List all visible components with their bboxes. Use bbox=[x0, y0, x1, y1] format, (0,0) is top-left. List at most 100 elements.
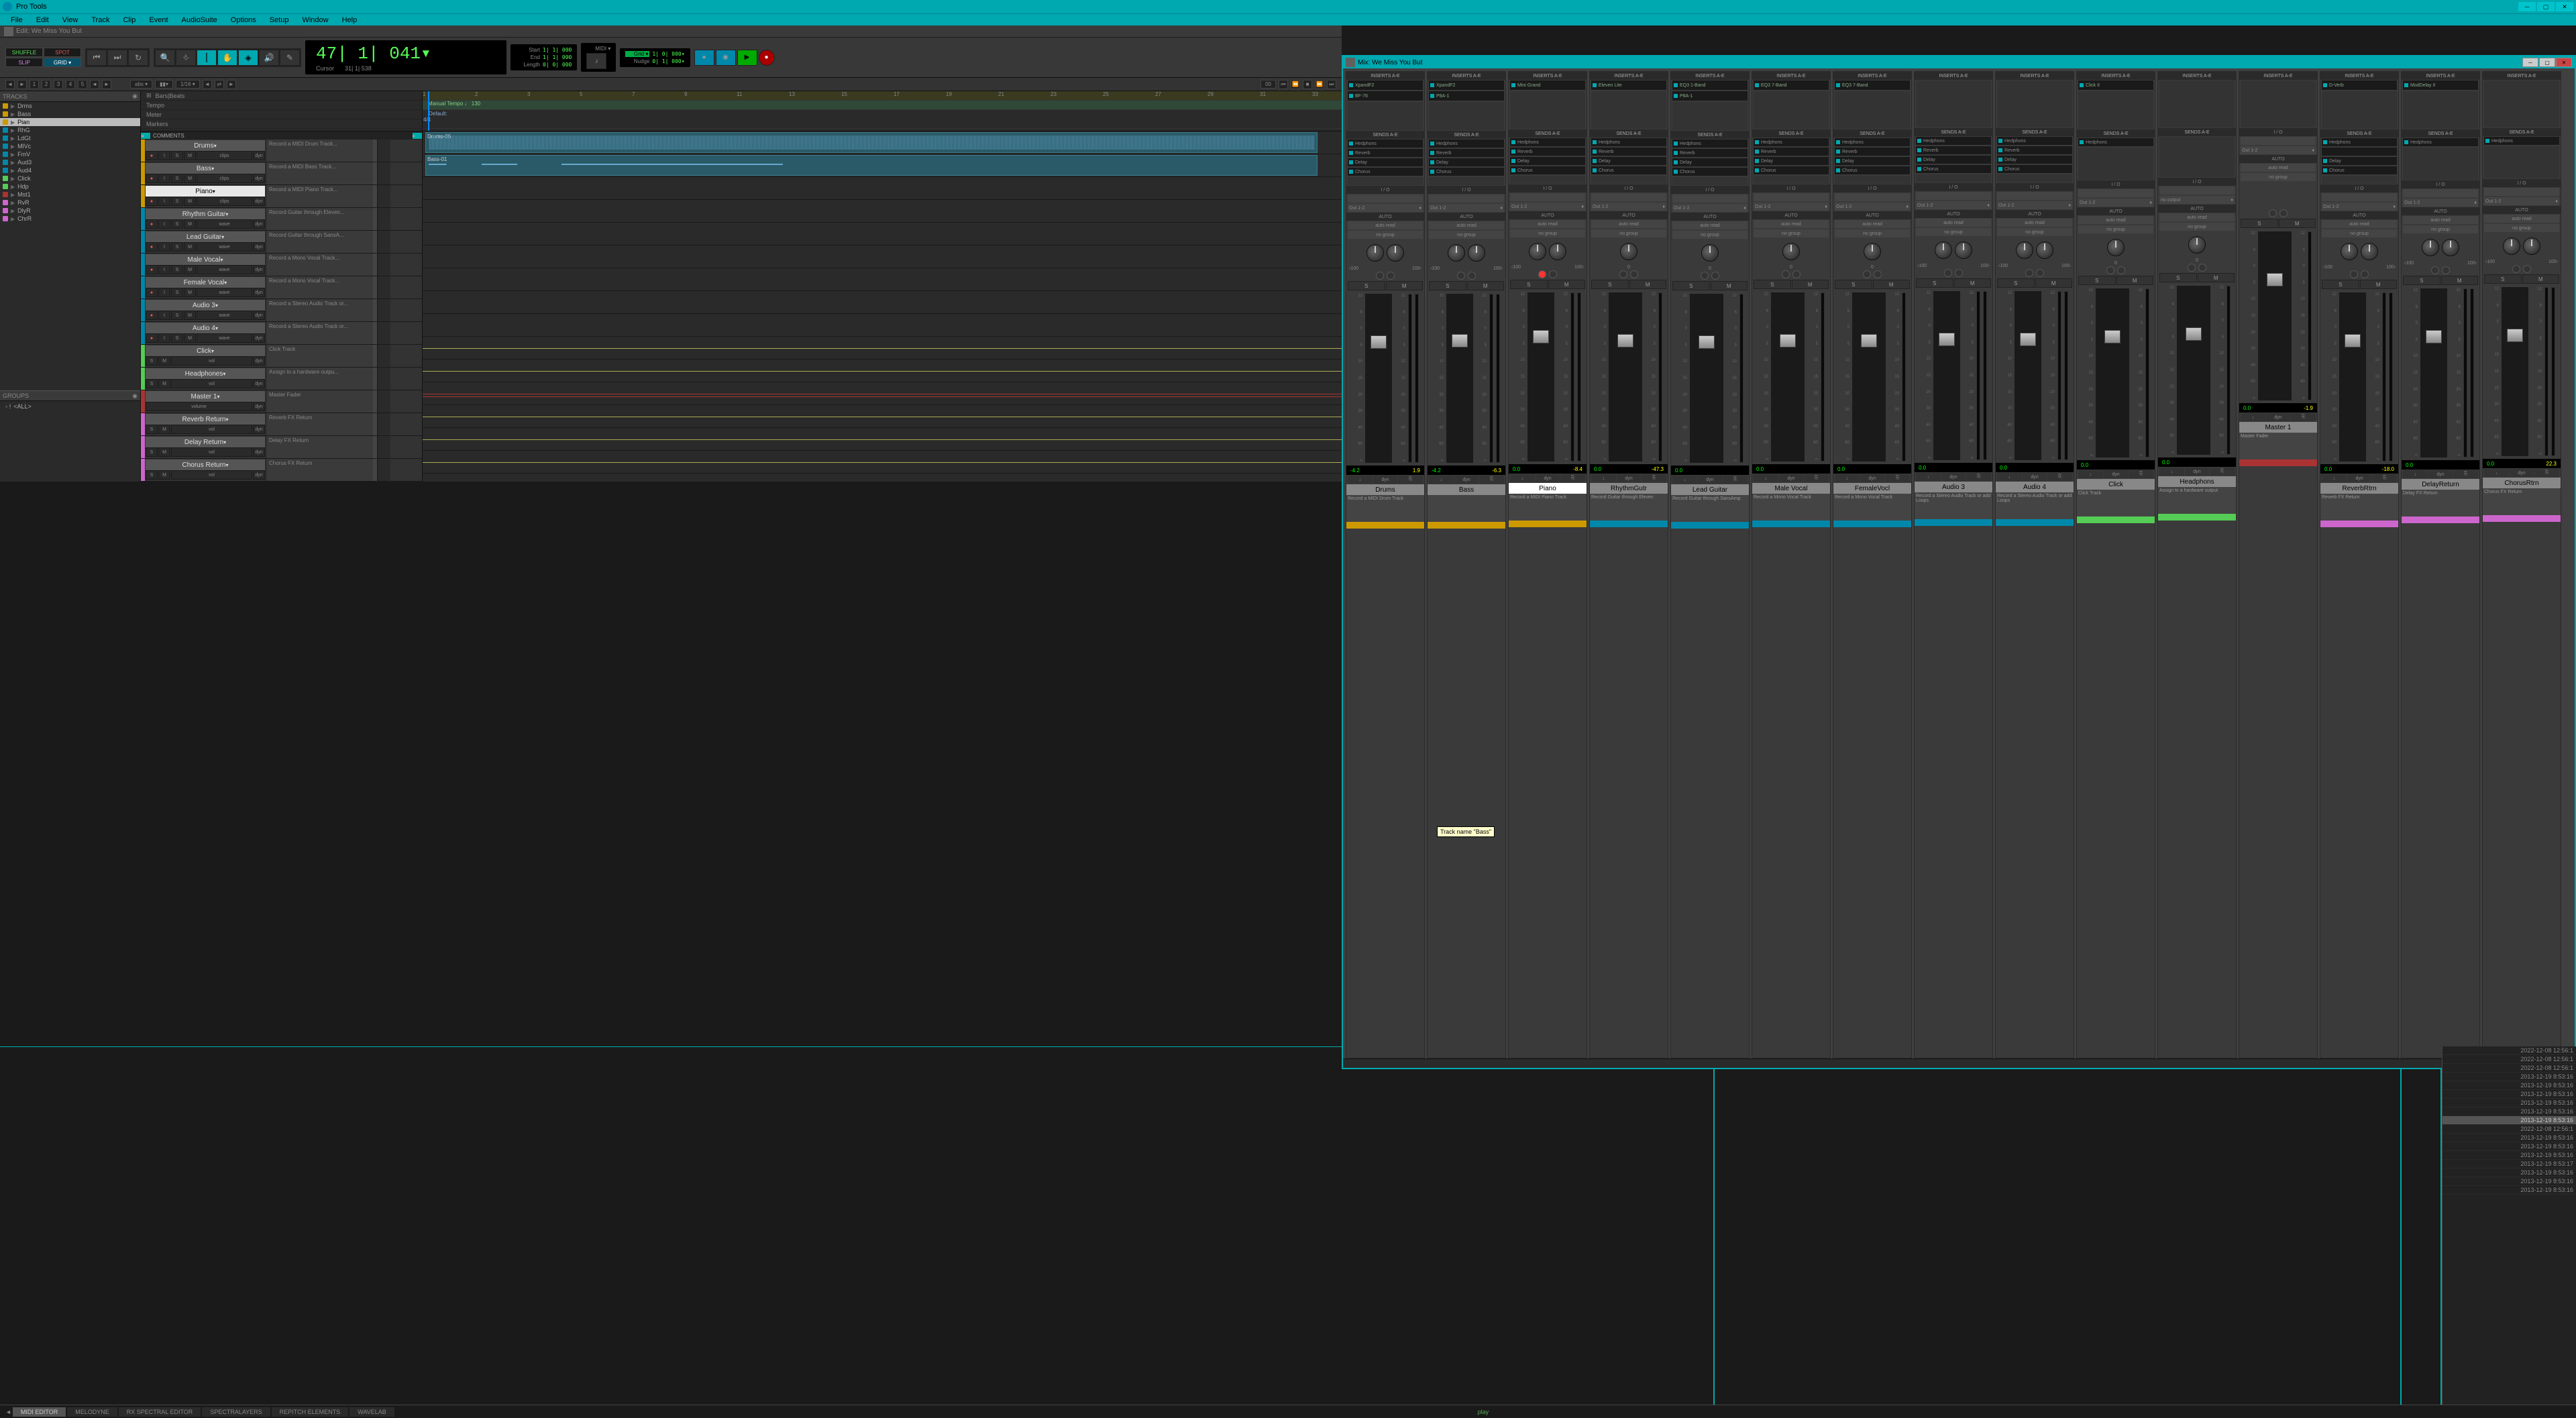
dyn-label[interactable]: dyn bbox=[1536, 474, 1560, 482]
input-selector[interactable] bbox=[2484, 188, 2559, 196]
zoom-preset-1[interactable]: 1 bbox=[30, 80, 39, 89]
dyn-send-icon[interactable]: ⎘ bbox=[2291, 413, 2316, 421]
send-slot[interactable]: Chorus bbox=[1510, 166, 1585, 174]
zoom-preset-4[interactable]: 4 bbox=[66, 80, 75, 89]
channel-comment[interactable]: Record Guitar through Eleven bbox=[1590, 494, 1668, 521]
insert-empty[interactable] bbox=[1429, 102, 1504, 130]
group-selector[interactable]: no group bbox=[1348, 231, 1423, 239]
channel-record-button[interactable] bbox=[1538, 270, 1546, 278]
slip-mode-button[interactable]: SLIP bbox=[5, 58, 43, 67]
track-solo-button[interactable]: S bbox=[171, 242, 183, 252]
insert-slot[interactable]: Click II bbox=[2078, 80, 2153, 90]
timestamp-item[interactable]: 2013-12-19 8:53:16 bbox=[2443, 1073, 2576, 1081]
link-left[interactable]: ◄ bbox=[203, 80, 212, 89]
insert-slot[interactable]: Mini Grand bbox=[1510, 80, 1585, 90]
volume-readout[interactable]: 0.0 bbox=[2324, 466, 2332, 472]
track-comment[interactable]: Record a MIDI Piano Track... bbox=[266, 185, 373, 207]
track-record-button[interactable]: ● bbox=[146, 288, 158, 297]
edit-window-header[interactable]: Edit: We Miss You But bbox=[0, 25, 1342, 38]
channel-input-button[interactable] bbox=[1792, 270, 1801, 278]
send-slot[interactable]: Delay bbox=[2322, 157, 2397, 165]
dyn-down-icon[interactable]: ↓ bbox=[1997, 473, 2022, 481]
dyn-down-icon[interactable]: ↓ bbox=[1672, 476, 1697, 484]
fader-track[interactable] bbox=[1771, 292, 1805, 461]
channel-name[interactable]: Click bbox=[2077, 479, 2155, 490]
timestamp-item[interactable]: 2013-12-19 8:53:16 bbox=[2443, 1186, 2576, 1195]
track-view-selector[interactable]: wave bbox=[197, 311, 252, 320]
fader-cap[interactable] bbox=[1861, 334, 1877, 347]
menu-edit[interactable]: Edit bbox=[30, 16, 56, 24]
channel-name[interactable]: RhythmGutr bbox=[1590, 483, 1668, 494]
nav-right[interactable]: ► bbox=[102, 80, 111, 89]
channel-comment[interactable]: Record a Stereo Audio Track or add Loops bbox=[1996, 492, 2074, 519]
channel-mute-button[interactable]: M bbox=[2360, 280, 2398, 289]
return-to-zero-button[interactable]: ◉ bbox=[716, 50, 736, 66]
send-slot[interactable]: Chorus bbox=[1591, 166, 1666, 174]
group-selector[interactable]: no group bbox=[1916, 228, 1991, 236]
channel-input-button[interactable] bbox=[2279, 209, 2288, 217]
group-selector[interactable]: no group bbox=[1672, 231, 1748, 239]
dyn-send-icon[interactable]: ⎘ bbox=[2453, 470, 2478, 478]
tracks-list-item[interactable]: ▶FmV bbox=[0, 150, 140, 158]
channel-mute-button[interactable]: M bbox=[2116, 276, 2154, 285]
track-comment[interactable]: Record a Stereo Audio Track or... bbox=[266, 299, 373, 321]
input-selector[interactable] bbox=[2241, 137, 2316, 145]
channel-record-button[interactable] bbox=[2512, 265, 2520, 273]
channel-input-button[interactable] bbox=[1468, 272, 1476, 280]
track-name[interactable]: Chorus Return▾ bbox=[146, 459, 265, 470]
timeline-area[interactable]: 123579111315171921232527293133 Manual Te… bbox=[423, 91, 1342, 482]
send-slot[interactable]: Hedphons bbox=[1672, 140, 1748, 148]
menu-help[interactable]: Help bbox=[335, 16, 364, 24]
sends-empty[interactable] bbox=[1348, 177, 1423, 185]
peak-readout[interactable]: -6.3 bbox=[1492, 468, 1501, 474]
channel-name[interactable]: Bass bbox=[1428, 484, 1505, 495]
dyn-down-icon[interactable]: ↓ bbox=[1916, 473, 1941, 481]
tracks-list-item[interactable]: ▶Hdp bbox=[0, 182, 140, 190]
send-slot[interactable]: Chorus bbox=[1835, 166, 1910, 174]
channel-solo-button[interactable]: S bbox=[2159, 273, 2197, 282]
volume-readout[interactable]: -4.2 bbox=[1350, 468, 1360, 474]
channel-solo-button[interactable]: S bbox=[1429, 281, 1466, 290]
send-slot[interactable]: Delay bbox=[1916, 156, 1991, 164]
channel-mute-button[interactable]: M bbox=[1386, 281, 1424, 290]
dyn-down-icon[interactable]: ↓ bbox=[2484, 469, 2509, 477]
mix-window-header[interactable]: Mix: We Miss You But ─ ▢ ✕ bbox=[1343, 56, 2575, 68]
track-lane[interactable] bbox=[423, 405, 1342, 428]
auto-mode[interactable]: auto read bbox=[1997, 219, 2072, 227]
track-input-button[interactable]: I bbox=[158, 151, 170, 160]
track-name[interactable]: Piano▾ bbox=[146, 186, 265, 197]
send-slot[interactable]: Hedphons bbox=[2484, 137, 2559, 145]
go-end[interactable]: ⏭ bbox=[1327, 80, 1336, 89]
track-mute-button[interactable]: M bbox=[184, 197, 196, 206]
track-record-button[interactable]: ● bbox=[146, 174, 158, 183]
channel-solo-button[interactable]: S bbox=[2078, 276, 2116, 285]
channel-name[interactable]: ReverbRtrn bbox=[2320, 483, 2398, 494]
grabber-tool[interactable]: ✋ bbox=[217, 50, 237, 66]
output-selector[interactable]: Out 1-2 ♦ bbox=[1591, 203, 1666, 211]
insert-slot[interactable]: P8A-1 bbox=[1672, 91, 1748, 101]
dyn-send-icon[interactable]: ⎘ bbox=[1479, 476, 1504, 484]
channel-name[interactable]: Audio 4 bbox=[1996, 482, 2074, 492]
sends-empty[interactable] bbox=[1916, 174, 1991, 182]
sends-empty[interactable] bbox=[2484, 146, 2559, 178]
tracks-menu-icon[interactable]: ◉ bbox=[132, 93, 138, 100]
menu-setup[interactable]: Setup bbox=[263, 16, 296, 24]
pan-knob-l[interactable] bbox=[2422, 239, 2439, 256]
track-record-button[interactable]: ● bbox=[146, 242, 158, 252]
track-mute-button[interactable]: M bbox=[158, 447, 170, 457]
channel-input-button[interactable] bbox=[1711, 272, 1719, 280]
nav-left[interactable]: ◄ bbox=[90, 80, 99, 89]
tracks-list-item[interactable]: ▶RvR bbox=[0, 199, 140, 207]
track-solo-button[interactable]: S bbox=[146, 447, 158, 457]
input-selector[interactable] bbox=[2322, 193, 2397, 201]
pan-knob-r[interactable] bbox=[2361, 243, 2378, 260]
timestamp-item[interactable]: 2022-12-08 12:56:1 bbox=[2443, 1046, 2576, 1055]
volume-readout[interactable]: 0.0 bbox=[1919, 465, 1926, 471]
input-selector[interactable] bbox=[1835, 193, 1910, 201]
abs-dropdown[interactable]: abs ▾ bbox=[130, 80, 152, 89]
timestamp-item[interactable]: 2013-12-19 8:53:16 bbox=[2443, 1090, 2576, 1099]
volume-readout[interactable]: 0.0 bbox=[2243, 405, 2251, 411]
channel-input-button[interactable] bbox=[2523, 265, 2531, 273]
send-slot[interactable]: Chorus bbox=[1997, 165, 2072, 173]
menu-track[interactable]: Track bbox=[85, 16, 116, 24]
